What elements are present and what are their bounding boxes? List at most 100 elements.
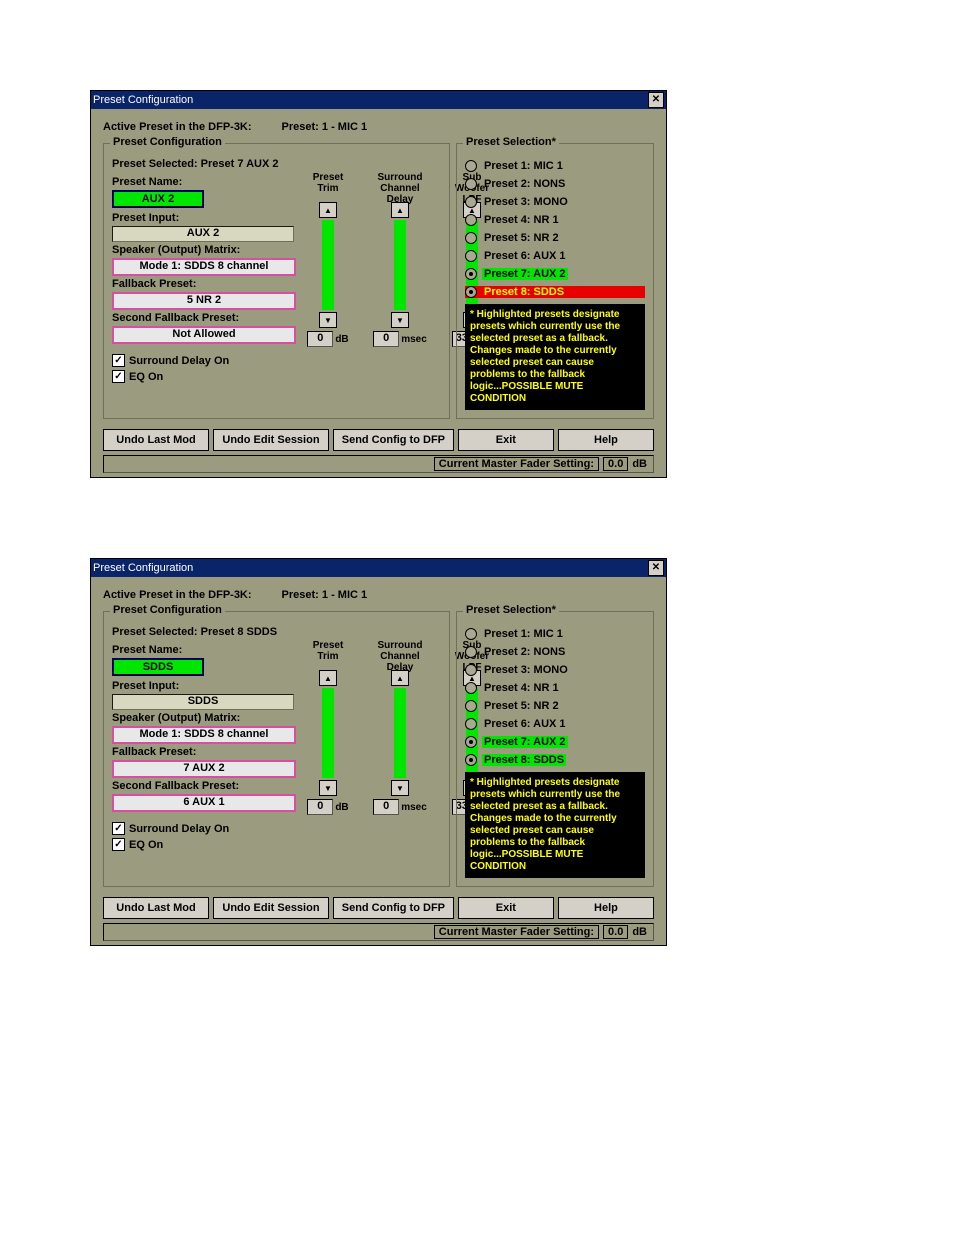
preset-radio-6[interactable]: Preset 6: AUX 1: [465, 718, 645, 730]
delay-value[interactable]: 0: [373, 799, 399, 815]
exit-button[interactable]: Exit: [458, 897, 554, 919]
delay-unit: msec: [401, 802, 427, 813]
preset-radio-7[interactable]: Preset 7: AUX 2: [465, 268, 645, 280]
undo-last-mod-button[interactable]: Undo Last Mod: [103, 429, 209, 451]
preset-radio-7[interactable]: Preset 7: AUX 2: [465, 736, 645, 748]
preset-radio-label: Preset 1: MIC 1: [482, 628, 565, 640]
arrow-up-icon[interactable]: ▲: [391, 670, 409, 686]
preset-radio-5[interactable]: Preset 5: NR 2: [465, 232, 645, 244]
delay-unit: msec: [401, 334, 427, 345]
radio-icon: [465, 664, 477, 676]
radio-icon: [465, 736, 477, 748]
radio-icon: [465, 286, 477, 298]
send-config-button[interactable]: Send Config to DFP: [333, 429, 454, 451]
trim-track[interactable]: [322, 220, 334, 310]
undo-edit-session-button[interactable]: Undo Edit Session: [213, 429, 329, 451]
preset-radio-1[interactable]: Preset 1: MIC 1: [465, 628, 645, 640]
preset-radio-label: Preset 8: SDDS: [482, 286, 566, 298]
active-preset-row: Active Preset in the DFP-3K:Preset: 1 - …: [103, 121, 654, 133]
undo-edit-session-button[interactable]: Undo Edit Session: [213, 897, 329, 919]
delay-track[interactable]: [394, 688, 406, 778]
eq-on-checkbox[interactable]: ✓EQ On: [112, 370, 296, 383]
fallback-preset-field[interactable]: 7 AUX 2: [112, 760, 296, 778]
preset-radio-4[interactable]: Preset 4: NR 1: [465, 682, 645, 694]
arrow-up-icon[interactable]: ▲: [319, 670, 337, 686]
delay-slider: Surround Channel Delay▲▼0msec: [376, 640, 424, 815]
preset-radio-2[interactable]: Preset 2: NONS: [465, 646, 645, 658]
surround-delay-checkbox[interactable]: ✓Surround Delay On: [112, 354, 296, 367]
surround-delay-checkbox[interactable]: ✓Surround Delay On: [112, 822, 296, 835]
preset-radio-label: Preset 6: AUX 1: [482, 718, 568, 730]
help-button[interactable]: Help: [558, 429, 654, 451]
arrow-up-icon[interactable]: ▲: [391, 202, 409, 218]
undo-last-mod-button[interactable]: Undo Last Mod: [103, 897, 209, 919]
group-legend: Preset Configuration: [110, 136, 225, 148]
preset-radio-8[interactable]: Preset 8: SDDS: [465, 754, 645, 766]
master-fader-value: 0.0: [603, 925, 628, 939]
preset-configuration-group: Preset ConfigurationPreset Selected: Pre…: [103, 143, 450, 419]
preset-input-field[interactable]: SDDS: [112, 694, 294, 710]
radio-icon: [465, 646, 477, 658]
active-preset-label: Active Preset in the DFP-3K:: [103, 589, 252, 601]
delay-track[interactable]: [394, 220, 406, 310]
speaker-matrix-field[interactable]: Mode 1: SDDS 8 channel: [112, 258, 296, 276]
checkmark-icon: ✓: [112, 838, 125, 851]
arrow-down-icon[interactable]: ▼: [319, 312, 337, 328]
preset-name-label: Preset Name:: [112, 176, 296, 188]
trim-value[interactable]: 0: [307, 799, 333, 815]
preset-radio-4[interactable]: Preset 4: NR 1: [465, 214, 645, 226]
group-legend: Preset Selection*: [463, 604, 559, 616]
preset-radio-label: Preset 4: NR 1: [482, 682, 561, 694]
second-fallback-field[interactable]: Not Allowed: [112, 326, 296, 344]
preset-radio-1[interactable]: Preset 1: MIC 1: [465, 160, 645, 172]
trim-unit: dB: [335, 334, 348, 345]
master-fader-value: 0.0: [603, 457, 628, 471]
group-legend: Preset Configuration: [110, 604, 225, 616]
help-button[interactable]: Help: [558, 897, 654, 919]
preset-radio-label: Preset 7: AUX 2: [482, 736, 568, 748]
active-preset-label: Active Preset in the DFP-3K:: [103, 121, 252, 133]
arrow-down-icon[interactable]: ▼: [391, 312, 409, 328]
active-preset-value: Preset: 1 - MIC 1: [282, 589, 368, 601]
preset-input-field[interactable]: AUX 2: [112, 226, 294, 242]
preset-name-field[interactable]: AUX 2: [112, 190, 204, 208]
arrow-down-icon[interactable]: ▼: [319, 780, 337, 796]
preset-radio-3[interactable]: Preset 3: MONO: [465, 664, 645, 676]
preset-input-label: Preset Input:: [112, 680, 296, 692]
preset-configuration-group: Preset ConfigurationPreset Selected: Pre…: [103, 611, 450, 887]
exit-button[interactable]: Exit: [458, 429, 554, 451]
checkmark-icon: ✓: [112, 370, 125, 383]
fallback-warning-note: * Highlighted presets designate presets …: [465, 304, 645, 410]
preset-radio-6[interactable]: Preset 6: AUX 1: [465, 250, 645, 262]
second-fallback-label: Second Fallback Preset:: [112, 312, 296, 324]
speaker-matrix-field[interactable]: Mode 1: SDDS 8 channel: [112, 726, 296, 744]
trim-value[interactable]: 0: [307, 331, 333, 347]
eq-on-checkbox[interactable]: ✓EQ On: [112, 838, 296, 851]
preset-radio-8[interactable]: Preset 8: SDDS: [465, 286, 645, 298]
close-icon[interactable]: ✕: [648, 92, 664, 108]
preset-selection-group: Preset Selection*Preset 1: MIC 1Preset 2…: [456, 611, 654, 887]
radio-icon: [465, 682, 477, 694]
arrow-up-icon[interactable]: ▲: [319, 202, 337, 218]
close-icon[interactable]: ✕: [648, 560, 664, 576]
preset-radio-2[interactable]: Preset 2: NONS: [465, 178, 645, 190]
status-bar: Current Master Fader Setting:0.0dB: [103, 455, 654, 473]
delay-value[interactable]: 0: [373, 331, 399, 347]
preset-name-field[interactable]: SDDS: [112, 658, 204, 676]
preset-selected-text: Preset Selected: Preset 8 SDDS: [112, 626, 441, 638]
preset-radio-3[interactable]: Preset 3: MONO: [465, 196, 645, 208]
status-bar: Current Master Fader Setting:0.0dB: [103, 923, 654, 941]
send-config-button[interactable]: Send Config to DFP: [333, 897, 454, 919]
second-fallback-field[interactable]: 6 AUX 1: [112, 794, 296, 812]
second-fallback-label: Second Fallback Preset:: [112, 780, 296, 792]
preset-radio-label: Preset 7: AUX 2: [482, 268, 568, 280]
fallback-preset-field[interactable]: 5 NR 2: [112, 292, 296, 310]
radio-icon: [465, 700, 477, 712]
master-fader-label: Current Master Fader Setting:: [434, 457, 599, 471]
delay-slider-label: Surround Channel Delay: [378, 172, 423, 202]
trim-slider: Preset Trim▲▼0dB: [304, 172, 352, 347]
preset-radio-5[interactable]: Preset 5: NR 2: [465, 700, 645, 712]
preset-selected-text: Preset Selected: Preset 7 AUX 2: [112, 158, 441, 170]
trim-track[interactable]: [322, 688, 334, 778]
arrow-down-icon[interactable]: ▼: [391, 780, 409, 796]
